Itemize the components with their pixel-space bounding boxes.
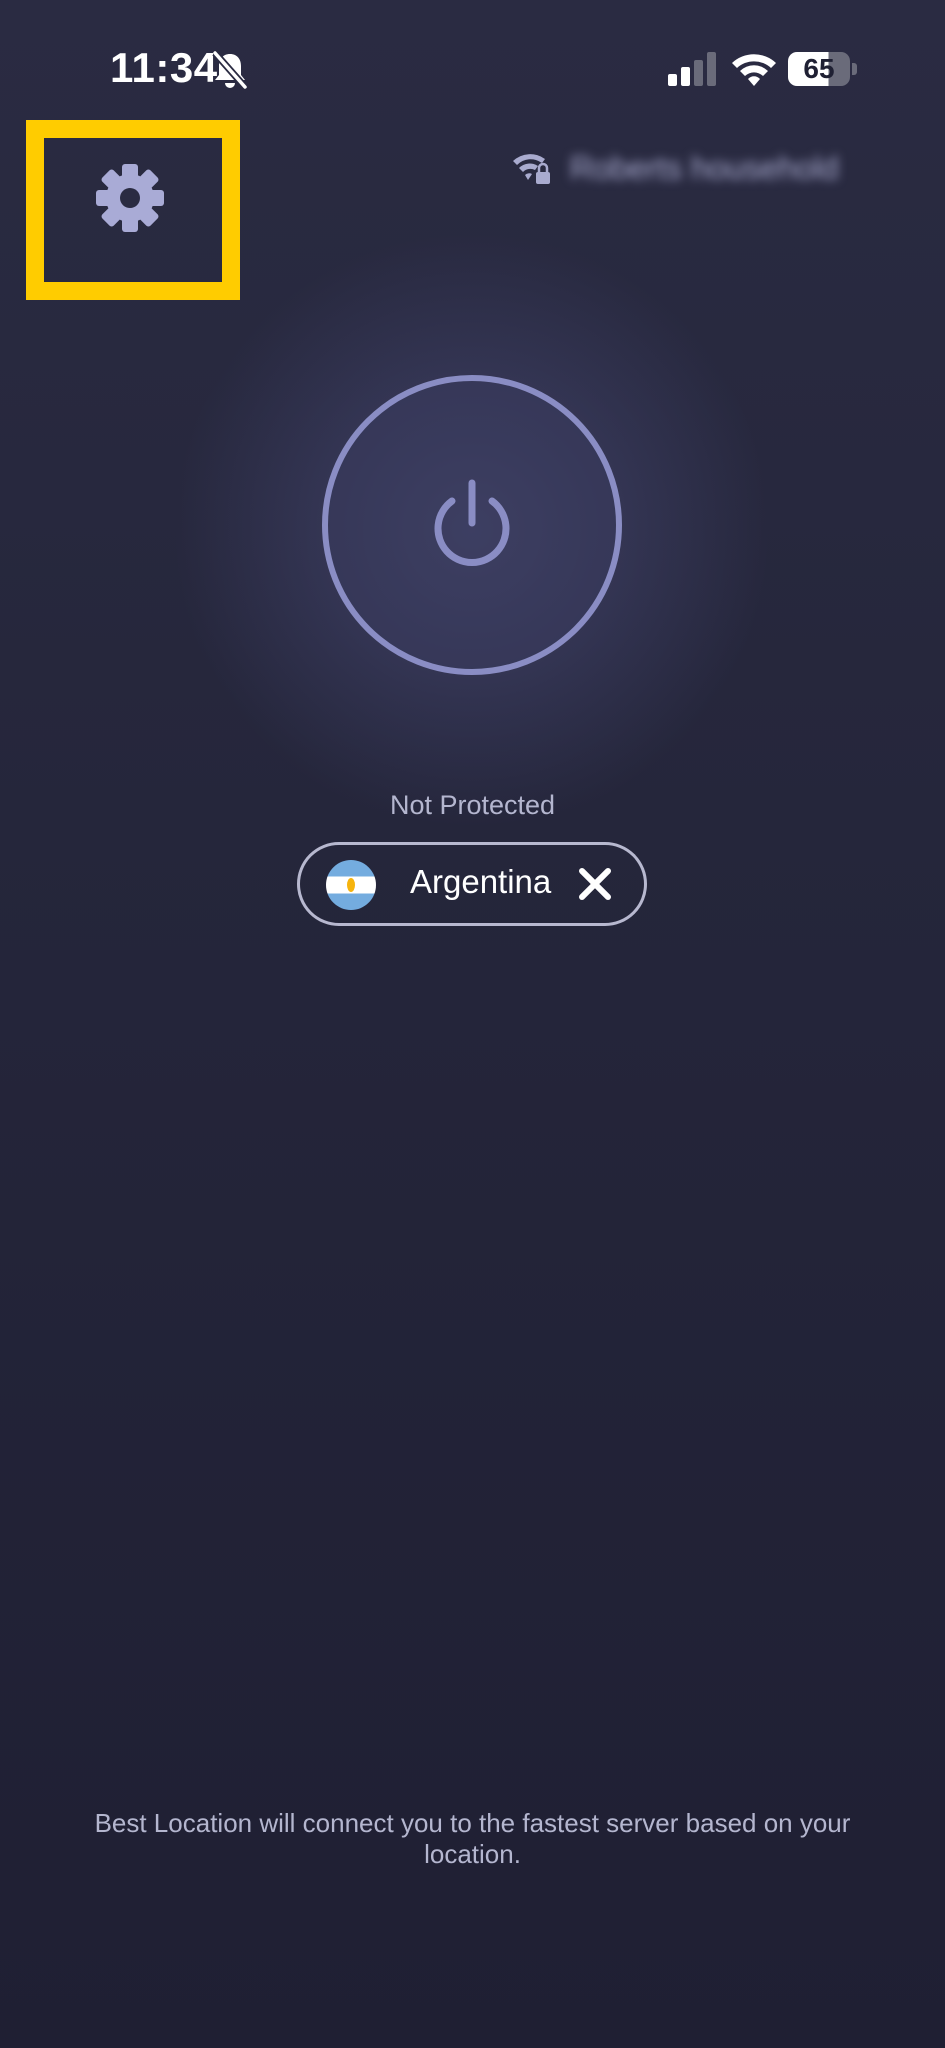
- gear-icon: [96, 164, 164, 232]
- status-bar: 11:34 65: [0, 0, 945, 140]
- settings-button[interactable]: [92, 160, 168, 236]
- location-name: Argentina: [410, 863, 552, 900]
- bell-slash-icon: [212, 50, 248, 90]
- power-icon: [434, 479, 510, 566]
- network-indicator: Roberts household: [512, 148, 839, 188]
- wifi-lock-icon: [513, 154, 550, 184]
- flag-sun: [347, 878, 355, 892]
- close-icon[interactable]: [576, 865, 614, 903]
- battery-indicator: 65: [788, 52, 858, 86]
- connection-status: Not Protected: [389, 790, 556, 820]
- battery-level: 65: [788, 52, 850, 86]
- location-selector[interactable]: Argentina: [297, 842, 647, 926]
- connect-power-button[interactable]: [322, 375, 622, 675]
- argentina-flag-icon: [326, 860, 376, 910]
- wifi-icon: [732, 54, 776, 86]
- best-location-hint: Best Location will connect you to the fa…: [94, 1808, 851, 1869]
- battery-cap: [852, 63, 857, 75]
- network-name: Roberts household: [570, 149, 839, 186]
- cellular-signal-icon: [668, 52, 716, 86]
- status-time: 11:34: [110, 44, 218, 91]
